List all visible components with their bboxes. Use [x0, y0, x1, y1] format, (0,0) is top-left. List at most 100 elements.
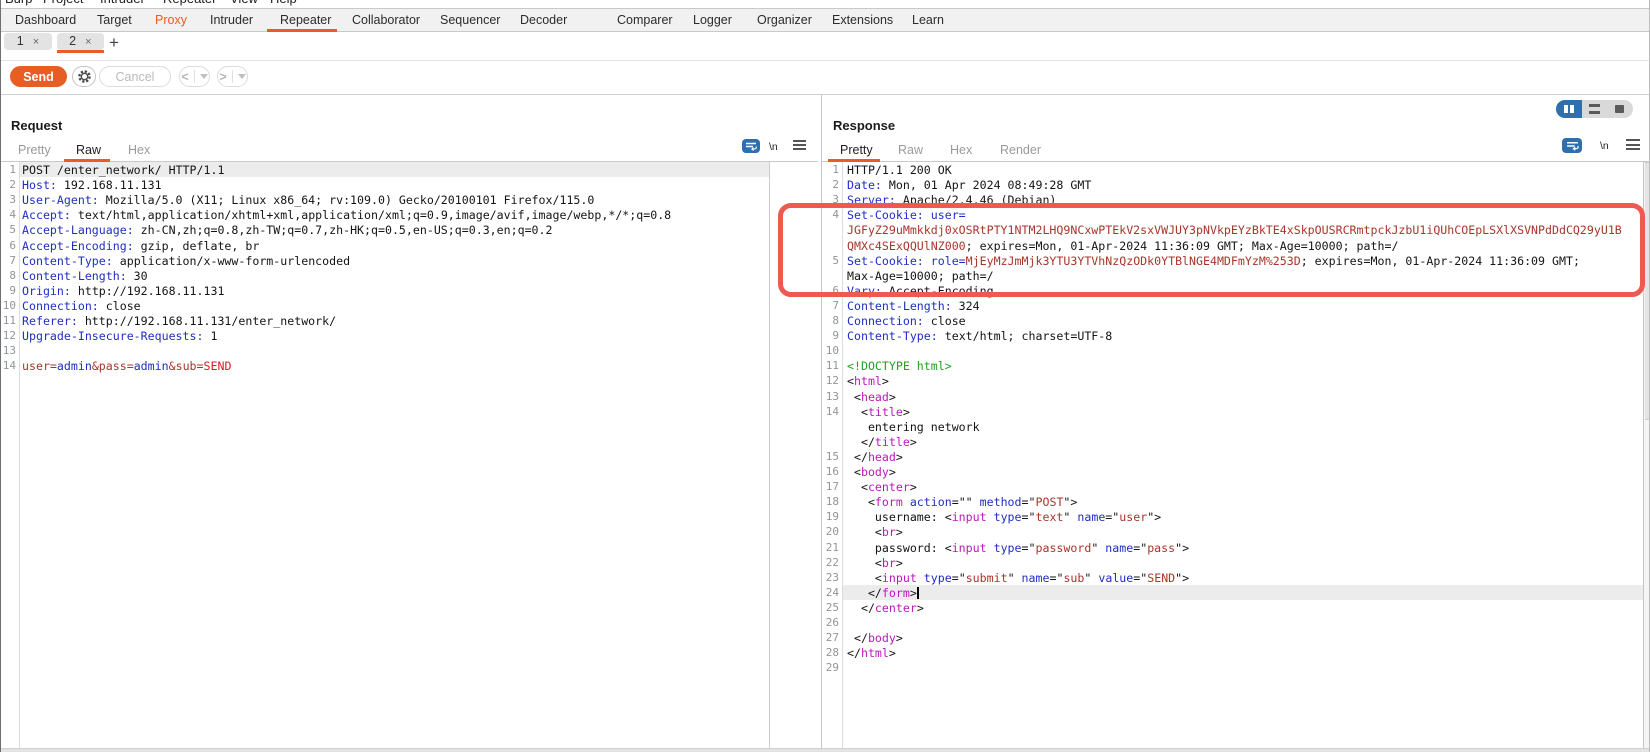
tab-repeater[interactable]: Repeater: [280, 9, 331, 31]
response-line-11[interactable]: 11 <!DOCTYPE html>: [822, 358, 1643, 373]
line-number: 18: [825, 495, 839, 509]
tab-dashboard[interactable]: Dashboard: [15, 9, 76, 31]
response-line-12[interactable]: 12 <html>: [822, 373, 1643, 388]
word-wrap-icon[interactable]: [742, 139, 760, 153]
menu-bar: Burp Project Intruder Repeater View Help: [0, 0, 1650, 9]
request-line-13[interactable]: 13: [0, 343, 769, 358]
response-line-15[interactable]: 15 </head>: [822, 449, 1643, 464]
tab-learn[interactable]: Learn: [912, 9, 944, 31]
request-line-9[interactable]: 9 Origin: http://192.168.11.131: [0, 283, 769, 298]
line-number: 26: [825, 616, 839, 629]
code-text: username: <input type="text" name="user"…: [847, 510, 1162, 525]
tab-logger[interactable]: Logger: [693, 9, 732, 31]
menu-repeater[interactable]: Repeater: [163, 0, 216, 7]
request-line-14[interactable]: 14 user=admin&pass=admin&sub=SEND: [0, 358, 769, 373]
response-line-25[interactable]: 25 </center>: [822, 600, 1643, 615]
tab-intruder[interactable]: Intruder: [210, 9, 253, 31]
newline-toggle[interactable]: \n: [1600, 140, 1609, 152]
response-line-28[interactable]: 28 </html>: [822, 645, 1643, 660]
response-line-8[interactable]: 8 Connection: close: [822, 313, 1643, 328]
response-line-wrap[interactable]: </title>: [822, 434, 1643, 449]
editor-menu-icon[interactable]: [1626, 139, 1640, 150]
line-number: 1: [832, 163, 839, 176]
view-tab-raw[interactable]: Raw: [898, 142, 923, 158]
code-text: Accept: text/html,application/xhtml+xml,…: [22, 208, 672, 223]
layout-rows-button[interactable]: [1581, 100, 1608, 118]
response-line-2[interactable]: 2 Date: Mon, 01 Apr 2024 08:49:28 GMT: [822, 177, 1643, 192]
request-line-7[interactable]: 7 Content-Type: application/x-www-form-ur…: [0, 253, 769, 268]
word-wrap-icon[interactable]: [1562, 138, 1582, 153]
response-line-13[interactable]: 13 <head>: [822, 389, 1643, 404]
new-tab-button[interactable]: +: [109, 33, 119, 53]
view-tab-raw[interactable]: Raw: [76, 142, 101, 158]
view-tab-render[interactable]: Render: [1000, 142, 1041, 158]
newline-toggle[interactable]: \n: [769, 141, 778, 153]
layout-columns-button[interactable]: [1556, 100, 1582, 118]
code-text: </form>: [847, 585, 919, 600]
request-line-5[interactable]: 5 Accept-Language: zh-CN,zh;q=0.8,zh-TW;q…: [0, 222, 769, 237]
tab-organizer[interactable]: Organizer: [757, 9, 812, 31]
response-line-wrap[interactable]: entering network: [822, 419, 1643, 434]
close-tab-icon[interactable]: ×: [33, 36, 39, 48]
response-line-21[interactable]: 21 password: <input type="password" name…: [822, 540, 1643, 555]
request-line-8[interactable]: 8 Content-Length: 30: [0, 268, 769, 283]
view-tab-pretty[interactable]: Pretty: [840, 142, 873, 158]
menu-burp[interactable]: Burp: [5, 0, 32, 7]
request-line-1[interactable]: 1 POST /enter_network/ HTTP/1.1: [0, 162, 769, 177]
code-text: Accept-Encoding: gzip, deflate, br: [22, 238, 260, 253]
view-tab-hex[interactable]: Hex: [950, 142, 972, 158]
request-line-10[interactable]: 10 Connection: close: [0, 298, 769, 313]
next-response-button[interactable]: >: [217, 66, 248, 87]
response-line-29[interactable]: 29: [822, 660, 1643, 675]
response-line-23[interactable]: 23 <input type="submit" name="sub" value…: [822, 570, 1643, 585]
tab-extensions[interactable]: Extensions: [832, 9, 893, 31]
tab-sequencer[interactable]: Sequencer: [440, 9, 500, 31]
editor-menu-icon[interactable]: [793, 140, 806, 150]
response-line-10[interactable]: 10: [822, 343, 1643, 358]
response-line-26[interactable]: 26: [822, 615, 1643, 630]
tab-comparer[interactable]: Comparer: [617, 9, 673, 31]
menu-help[interactable]: Help: [270, 0, 297, 7]
tab-proxy[interactable]: Proxy: [155, 9, 187, 31]
line-number: 7: [832, 298, 839, 312]
panel-divider[interactable]: [821, 95, 822, 752]
tab-collaborator[interactable]: Collaborator: [352, 9, 420, 31]
menu-project[interactable]: Project: [43, 0, 83, 7]
response-line-9[interactable]: 9 Content-Type: text/html; charset=UTF-8: [822, 328, 1643, 343]
close-tab-icon[interactable]: ×: [85, 36, 91, 48]
response-line-27[interactable]: 27 </body>: [822, 630, 1643, 645]
view-tab-pretty[interactable]: Pretty: [18, 142, 51, 158]
code-text: Content-Length: 324: [847, 298, 980, 313]
response-line-1[interactable]: 1 HTTP/1.1 200 OK: [822, 162, 1643, 177]
menu-view[interactable]: View: [230, 0, 258, 7]
prev-response-button[interactable]: <: [179, 66, 210, 87]
tab-target[interactable]: Target: [97, 9, 132, 31]
layout-single-button[interactable]: [1607, 100, 1633, 118]
request-line-4[interactable]: 4 Accept: text/html,application/xhtml+xml…: [0, 207, 769, 222]
request-line-6[interactable]: 6 Accept-Encoding: gzip, deflate, br: [0, 238, 769, 253]
response-line-20[interactable]: 20 <br>: [822, 524, 1643, 539]
menu-intruder[interactable]: Intruder: [100, 0, 145, 7]
response-line-7[interactable]: 7 Content-Length: 324: [822, 298, 1643, 313]
request-line-2[interactable]: 2 Host: 192.168.11.131: [0, 177, 769, 192]
request-line-11[interactable]: 11 Referer: http://192.168.11.131/enter_n…: [0, 313, 769, 328]
response-line-18[interactable]: 18 <form action="" method="POST">: [822, 494, 1643, 509]
response-line-19[interactable]: 19 username: <input type="text" name="us…: [822, 509, 1643, 524]
settings-gear-button[interactable]: [72, 66, 96, 87]
response-line-22[interactable]: 22 <br>: [822, 555, 1643, 570]
response-line-17[interactable]: 17 <center>: [822, 479, 1643, 494]
tab-decoder[interactable]: Decoder: [520, 9, 567, 31]
response-line-16[interactable]: 16 <body>: [822, 464, 1643, 479]
main-tab-bar: Dashboard Target Proxy Intruder Repeater Coll…: [0, 9, 1650, 32]
repeater-tab-2[interactable]: 2 ×: [56, 33, 104, 50]
response-line-14[interactable]: 14 <title>: [822, 404, 1643, 419]
request-line-3[interactable]: 3 User-Agent: Mozilla/5.0 (X11; Linux x86…: [0, 192, 769, 207]
repeater-tab-1[interactable]: 1 ×: [4, 33, 52, 50]
code-text: Upgrade-Insecure-Requests: 1: [22, 329, 218, 344]
cancel-button[interactable]: Cancel: [99, 66, 171, 87]
send-button[interactable]: Send: [10, 66, 67, 87]
view-tab-hex[interactable]: Hex: [128, 142, 150, 158]
request-line-12[interactable]: 12 Upgrade-Insecure-Requests: 1: [0, 328, 769, 343]
response-line-24[interactable]: 24 </form>: [822, 585, 1643, 600]
request-editor[interactable]: 1 POST /enter_network/ HTTP/1.1 2 Host: 192…: [0, 162, 769, 748]
